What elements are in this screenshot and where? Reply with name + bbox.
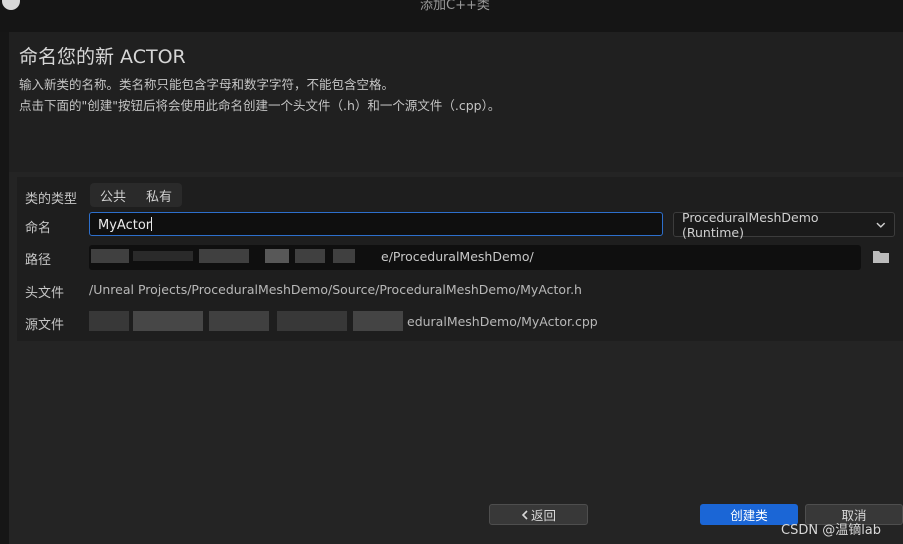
class-type-public-option[interactable]: 公共	[90, 186, 136, 205]
redacted-region	[277, 311, 347, 331]
unreal-logo-icon	[2, 0, 20, 10]
path-value: e/ProceduralMeshDemo/	[381, 249, 534, 264]
header-file-label: 头文件	[25, 286, 65, 301]
path-label: 路径	[25, 253, 52, 268]
class-type-label: 类的类型	[25, 192, 78, 207]
module-dropdown-value: ProceduralMeshDemo (Runtime)	[682, 209, 819, 240]
redacted-region	[209, 311, 269, 331]
page-title: 命名您的新 ACTOR	[19, 46, 186, 68]
redacted-region	[89, 311, 129, 331]
class-type-toggle[interactable]: 公共 私有	[90, 183, 183, 207]
redacted-region	[295, 249, 325, 263]
source-file-label: 源文件	[25, 318, 65, 333]
module-dropdown[interactable]: ProceduralMeshDemo (Runtime)	[673, 209, 895, 240]
back-button[interactable]: 返回	[489, 504, 588, 525]
class-name-value: MyActor	[98, 218, 152, 233]
text-caret	[151, 217, 153, 231]
source-file-path: eduralMeshDemo/MyActor.cpp	[407, 314, 598, 329]
csdn-watermark: CSDN @温镝lab	[781, 523, 882, 538]
create-class-label: 创建类	[730, 508, 768, 523]
redacted-region	[199, 249, 249, 263]
header-file-path: /Unreal Projects/ProceduralMeshDemo/Sour…	[89, 282, 582, 297]
class-name-input[interactable]: MyActor	[89, 212, 663, 236]
title-bar: 添加C++类	[0, 0, 903, 32]
description-line-1: 输入新类的名称。类名称只能包含字母和数字字符，不能包含空格。	[19, 77, 395, 92]
redacted-region	[133, 311, 203, 331]
back-button-label: 返回	[530, 508, 556, 523]
redacted-region	[353, 311, 403, 331]
dialog-panel: 命名您的新 ACTOR 输入新类的名称。类名称只能包含字母和数字字符，不能包含空…	[9, 32, 903, 544]
redacted-region	[333, 249, 355, 263]
chevron-down-icon	[876, 222, 886, 228]
window-title: 添加C++类	[420, 0, 490, 13]
redacted-region	[265, 249, 289, 263]
redacted-region	[91, 249, 129, 263]
redacted-region	[133, 251, 193, 261]
description-line-2: 点击下面的"创建"按钮后将会使用此命名创建一个头文件（.h）和一个源文件（.cp…	[19, 98, 501, 113]
folder-icon[interactable]	[873, 250, 889, 263]
header-section: 命名您的新 ACTOR 输入新类的名称。类名称只能包含字母和数字字符，不能包含空…	[9, 32, 903, 172]
path-input[interactable]: e/ProceduralMeshDemo/	[89, 245, 861, 270]
chevron-left-icon	[521, 509, 528, 520]
class-form: 类的类型 公共 私有 命名 MyActor ProceduralMeshDemo…	[17, 177, 903, 341]
name-label: 命名	[25, 221, 52, 236]
class-type-private-option[interactable]: 私有	[136, 186, 182, 205]
